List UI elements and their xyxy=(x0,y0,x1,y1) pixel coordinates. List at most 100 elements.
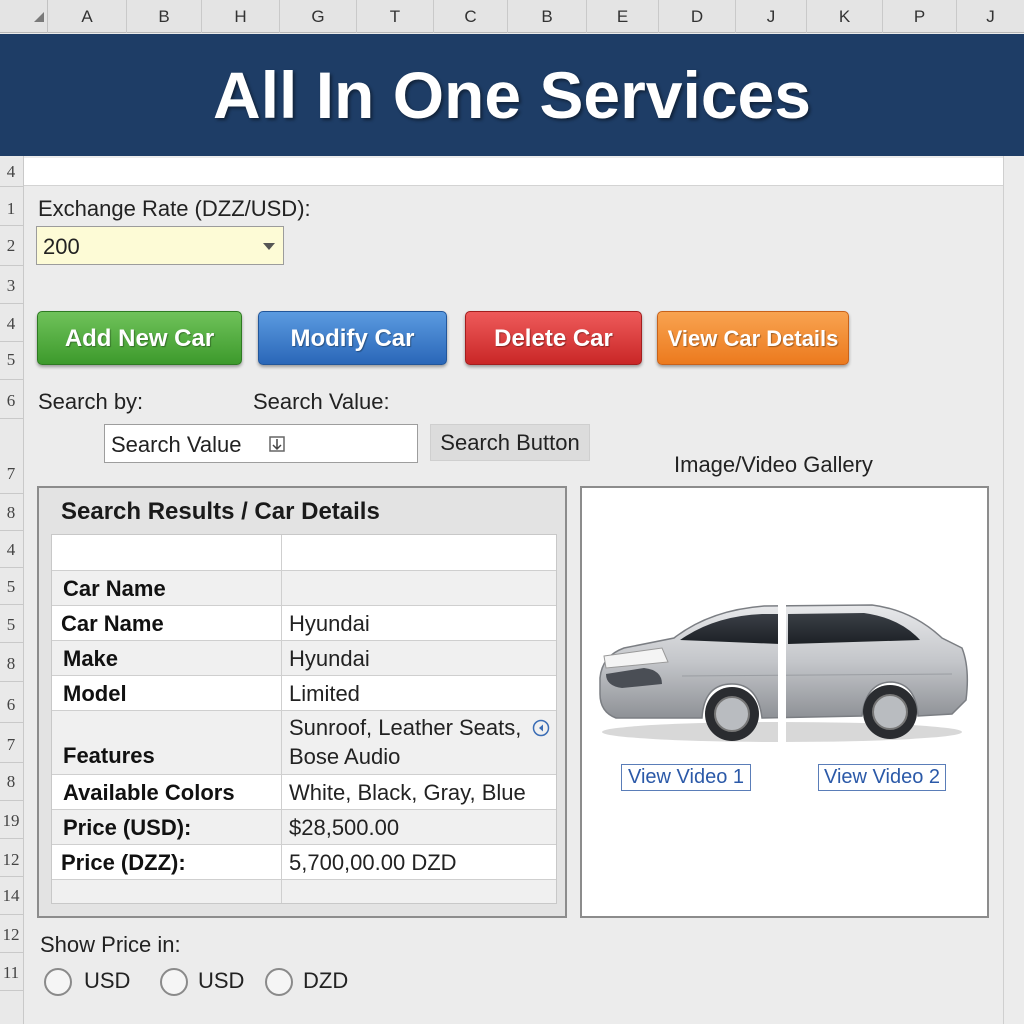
view-video-1-link[interactable]: View Video 1 xyxy=(621,764,751,791)
exchange-rate-dropdown[interactable]: 200 xyxy=(36,226,284,265)
column-header[interactable]: H xyxy=(202,0,280,33)
table-row[interactable]: Features Sunroof, Leather Seats, Bose Au… xyxy=(52,711,556,775)
row-divider xyxy=(0,800,24,801)
row-header[interactable]: 19 xyxy=(0,811,22,831)
row-header[interactable]: 6 xyxy=(0,391,22,411)
view-car-details-button[interactable]: View Car Details xyxy=(657,311,849,365)
column-header[interactable]: J xyxy=(957,0,1024,33)
add-new-car-button[interactable]: Add New Car xyxy=(37,311,242,365)
column-header[interactable]: P xyxy=(883,0,957,33)
row-header[interactable]: 5 xyxy=(0,615,22,635)
radio-usd[interactable] xyxy=(44,968,72,996)
row-header[interactable]: 12 xyxy=(0,850,22,870)
row-header[interactable]: 7 xyxy=(0,735,22,755)
car-details-table: Car Name Car Name Hyundai Make Hyundai M… xyxy=(51,534,557,904)
row-label: Price (USD): xyxy=(52,810,282,844)
search-by-label: Search by: xyxy=(38,389,144,414)
row-divider xyxy=(0,604,24,605)
info-circle-icon[interactable] xyxy=(532,719,550,737)
features-line-2: Bose Audio xyxy=(289,744,401,769)
row-header[interactable]: 11 xyxy=(0,963,22,983)
row-value-cell: Sunroof, Leather Seats, Bose Audio xyxy=(283,711,556,774)
radio-usd-alt[interactable] xyxy=(160,968,188,996)
features-line-1: Sunroof, Leather Seats, xyxy=(289,715,522,740)
row-divider xyxy=(0,418,24,419)
row-value xyxy=(283,535,556,570)
row-value: Sunroof, Leather Seats, xyxy=(289,713,556,743)
search-button[interactable]: Search Button xyxy=(430,424,590,461)
column-header[interactable]: B xyxy=(508,0,587,33)
column-header[interactable]: K xyxy=(807,0,883,33)
row-divider xyxy=(0,722,24,723)
row-header[interactable]: 5 xyxy=(0,577,22,597)
table-row[interactable]: Car Name xyxy=(52,571,556,606)
radio-dzd[interactable] xyxy=(265,968,293,996)
column-header[interactable]: E xyxy=(587,0,659,33)
row-header[interactable]: 12 xyxy=(0,925,22,945)
row-header[interactable]: 4 xyxy=(0,314,22,334)
sort-arrows-icon[interactable] xyxy=(267,433,287,455)
row-value: White, Black, Gray, Blue xyxy=(289,780,526,805)
row-value xyxy=(283,571,556,605)
row-header[interactable]: 6 xyxy=(0,695,22,715)
row-divider xyxy=(0,493,24,494)
row-header[interactable]: 5 xyxy=(0,350,22,370)
row-value: Limited xyxy=(289,681,360,706)
table-row[interactable]: Available Colors White, Black, Gray, Blu… xyxy=(52,775,556,810)
row-value: 5,700,00.00 DZD xyxy=(289,850,457,875)
table-row[interactable]: Price (USD): $28,500.00 xyxy=(52,810,556,845)
corner-triangle-icon xyxy=(34,12,44,22)
row-header[interactable]: 4 xyxy=(0,162,22,182)
row-divider xyxy=(0,567,24,568)
column-header[interactable]: T xyxy=(357,0,434,33)
grid-line xyxy=(1003,156,1004,1024)
row-header[interactable]: 8 xyxy=(0,772,22,792)
table-row[interactable]: Model Limited xyxy=(52,676,556,711)
row-header[interactable]: 1 xyxy=(0,199,22,219)
row-header[interactable]: 8 xyxy=(0,654,22,674)
search-input[interactable]: Search Value xyxy=(104,424,418,463)
table-row[interactable]: Price (DZZ): 5,700,00.00 DZD xyxy=(52,845,556,880)
row-divider xyxy=(0,681,24,682)
column-header-bar: A B H G T C B E D J K P J xyxy=(0,0,1024,33)
row-header[interactable]: 7 xyxy=(0,464,22,484)
row-header[interactable]: 14 xyxy=(0,886,22,906)
row-divider xyxy=(0,303,24,304)
table-row[interactable]: Car Name Hyundai xyxy=(52,606,556,641)
table-row[interactable] xyxy=(52,535,556,571)
table-row[interactable]: Make Hyundai xyxy=(52,641,556,676)
column-header[interactable]: C xyxy=(434,0,508,33)
column-header[interactable]: J xyxy=(736,0,807,33)
car-image[interactable] xyxy=(582,488,987,916)
image-video-gallery xyxy=(580,486,989,918)
dropdown-arrow-icon[interactable] xyxy=(263,243,275,250)
radio-dzd-label: DZD xyxy=(303,968,349,993)
page-title: All In One Services xyxy=(213,58,811,132)
select-all-corner[interactable] xyxy=(0,0,48,33)
row-divider xyxy=(0,186,24,187)
modify-car-button[interactable]: Modify Car xyxy=(258,311,447,365)
row-divider xyxy=(0,762,24,763)
delete-car-button[interactable]: Delete Car xyxy=(465,311,642,365)
row-value: Hyundai xyxy=(289,646,370,671)
row-header[interactable]: 2 xyxy=(0,236,22,256)
view-video-2-link[interactable]: View Video 2 xyxy=(818,764,946,791)
row-header[interactable]: 4 xyxy=(0,540,22,560)
row-label xyxy=(52,880,282,903)
exchange-rate-value: 200 xyxy=(43,234,80,259)
row-header[interactable]: 3 xyxy=(0,276,22,296)
column-header[interactable]: G xyxy=(280,0,357,33)
row-label: Features xyxy=(52,711,282,774)
row-divider xyxy=(0,265,24,266)
row-divider xyxy=(0,642,24,643)
radio-usd-label: USD xyxy=(84,968,131,993)
column-header[interactable]: A xyxy=(48,0,127,33)
column-header[interactable]: D xyxy=(659,0,736,33)
row-value xyxy=(283,880,556,903)
row-divider xyxy=(0,379,24,380)
table-row[interactable] xyxy=(52,880,556,903)
search-value-label: Search Value: xyxy=(253,389,390,414)
row-header[interactable]: 8 xyxy=(0,503,22,523)
exchange-rate-label: Exchange Rate (DZZ/USD): xyxy=(38,196,311,221)
column-header[interactable]: B xyxy=(127,0,202,33)
